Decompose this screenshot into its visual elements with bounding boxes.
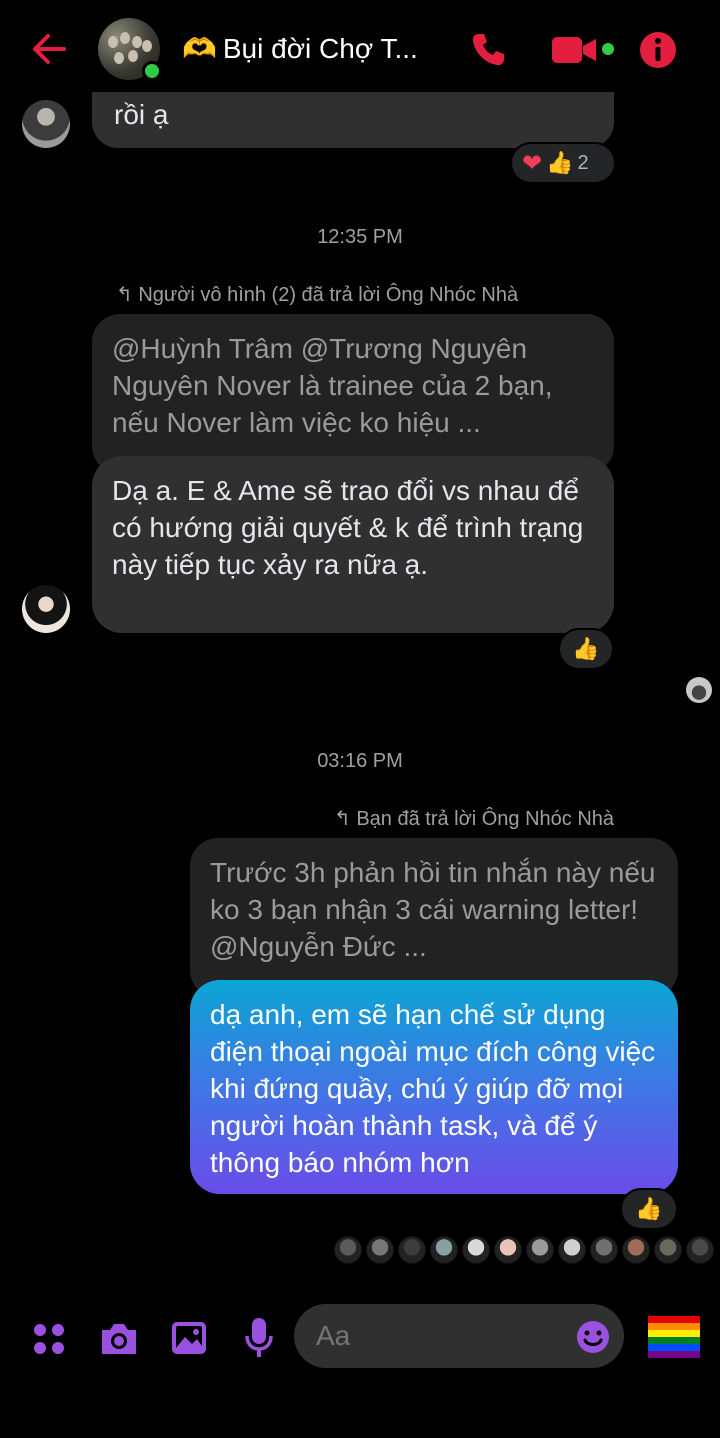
sender-avatar[interactable] bbox=[22, 585, 70, 633]
arrow-left-icon[interactable] bbox=[28, 28, 70, 70]
reply-note-text: Bạn đã trả lời Ông Nhóc Nhà bbox=[356, 808, 615, 830]
online-status-dot bbox=[142, 61, 162, 81]
message-text: dạ anh, em sẽ hạn chế sử dụng điện thoại… bbox=[210, 999, 656, 1178]
seen-avatar bbox=[398, 1236, 426, 1264]
seen-avatar bbox=[334, 1236, 362, 1264]
mic-icon[interactable] bbox=[244, 1316, 274, 1360]
timestamp: 12:35 PM bbox=[317, 226, 403, 248]
seen-avatar bbox=[590, 1236, 618, 1264]
apps-icon[interactable] bbox=[32, 1322, 66, 1356]
quoted-text: @Huỳnh Trâm @Trương Nguyên Nguyên Nover … bbox=[112, 333, 553, 438]
seen-avatar bbox=[686, 1236, 714, 1264]
message-text: Dạ a. E & Ame sẽ trao đổi vs nhau để có … bbox=[112, 475, 584, 580]
message-bubble[interactable]: rồi ạ bbox=[92, 92, 614, 148]
video-call-icon[interactable] bbox=[550, 34, 598, 66]
message-text: rồi ạ bbox=[114, 99, 169, 130]
chat-header: 🫶 Bụi đời Chợ T... bbox=[0, 0, 720, 98]
my-message-bubble[interactable]: dạ anh, em sẽ hạn chế sử dụng điện thoại… bbox=[190, 980, 678, 1194]
seen-avatar bbox=[654, 1236, 682, 1264]
reply-note: ↰ Người vô hình (2) đã trả lời Ông Nhóc … bbox=[116, 282, 518, 307]
quoted-message[interactable]: Trước 3h phản hồi tin nhắn này nếu ko 3 … bbox=[190, 838, 678, 998]
reply-note: ↰ Bạn đã trả lời Ông Nhóc Nhà bbox=[334, 806, 614, 831]
reaction-count: 2 bbox=[577, 151, 589, 174]
seen-by-row[interactable] bbox=[334, 1236, 714, 1264]
heart-hands-icon: 🫶 bbox=[182, 33, 217, 64]
camera-icon[interactable] bbox=[98, 1320, 140, 1358]
reaction-badge[interactable]: ❤ 👍 2 bbox=[510, 142, 616, 184]
thumbs-up-icon: 👍 bbox=[546, 150, 574, 175]
chat-title-text: Bụi đời Chợ T... bbox=[222, 33, 418, 64]
gallery-icon[interactable] bbox=[170, 1320, 208, 1356]
seen-avatar bbox=[558, 1236, 586, 1264]
timestamp: 03:16 PM bbox=[317, 750, 403, 772]
seen-avatar bbox=[430, 1236, 458, 1264]
sender-avatar[interactable] bbox=[22, 100, 70, 148]
seen-avatar bbox=[686, 677, 712, 703]
quoted-text: Trước 3h phản hồi tin nhắn này nếu ko 3 … bbox=[210, 857, 656, 962]
reaction-badge[interactable]: 👍 bbox=[620, 1188, 678, 1230]
heart-reaction-icon: ❤ bbox=[522, 149, 543, 177]
reply-arrow-icon: ↰ bbox=[334, 808, 357, 830]
chat-title[interactable]: 🫶 Bụi đời Chợ T... bbox=[182, 32, 418, 65]
message-bubble[interactable]: Dạ a. E & Ame sẽ trao đổi vs nhau để có … bbox=[92, 456, 614, 633]
seen-avatar bbox=[622, 1236, 650, 1264]
reaction-badge[interactable]: 👍 bbox=[558, 628, 614, 670]
reply-note-text: Người vô hình (2) đã trả lời Ông Nhóc Nh… bbox=[138, 284, 519, 306]
seen-avatar bbox=[494, 1236, 522, 1264]
thumbs-up-icon: 👍 bbox=[572, 636, 600, 661]
active-dot-icon bbox=[602, 43, 614, 55]
message-input[interactable] bbox=[294, 1304, 624, 1368]
seen-avatar bbox=[526, 1236, 554, 1264]
info-icon[interactable] bbox=[638, 30, 678, 70]
pride-flag-icon[interactable] bbox=[648, 1316, 700, 1358]
seen-avatar bbox=[462, 1236, 490, 1264]
quoted-message[interactable]: @Huỳnh Trâm @Trương Nguyên Nguyên Nover … bbox=[92, 314, 614, 474]
thumbs-up-icon: 👍 bbox=[635, 1196, 663, 1221]
seen-avatar bbox=[366, 1236, 394, 1264]
emoji-icon[interactable] bbox=[576, 1320, 610, 1354]
composer-bar bbox=[0, 1290, 720, 1390]
phone-call-icon[interactable] bbox=[468, 30, 508, 70]
reply-arrow-icon: ↰ bbox=[116, 284, 139, 306]
